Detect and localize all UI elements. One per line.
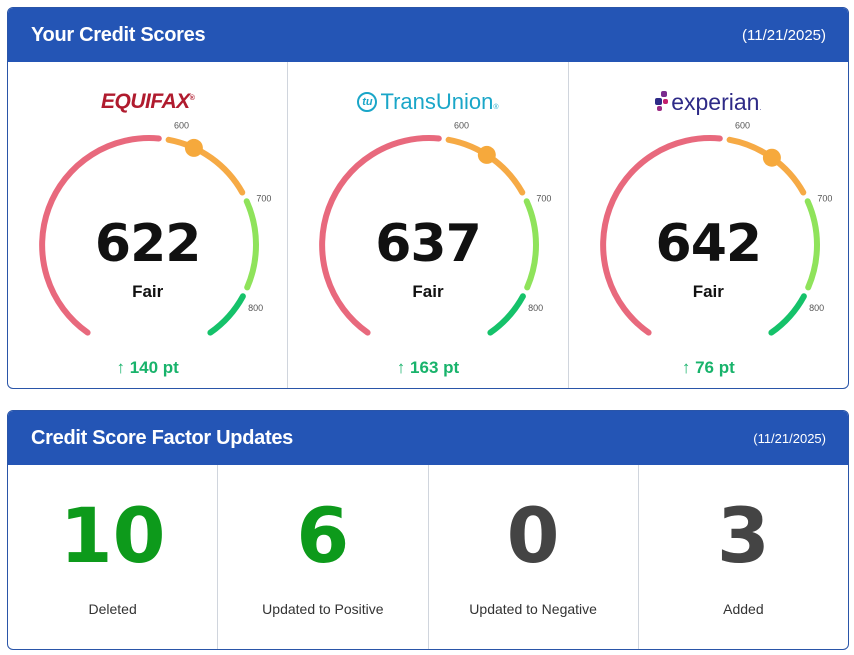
- gauge-tick-label: 600: [735, 120, 750, 130]
- transunion-mark-icon: tu: [357, 92, 378, 112]
- gauge-tick-label: 800: [248, 303, 263, 313]
- score-rating-experian: Fair: [692, 282, 724, 301]
- score-change-experian: ↑ 76 pt: [681, 358, 735, 377]
- bureau-equifax[interactable]: EQUIFAX® 600 700 800 622 Fair ↑ 140 pt: [8, 62, 289, 388]
- gauge-segment-fair: [726, 136, 806, 196]
- gauge-tick-label: 600: [454, 120, 469, 130]
- credit-scores-card: Your Credit Scores (11/21/2025) EQUIFAX®…: [7, 7, 849, 389]
- gauge-tick-label: 600: [174, 120, 189, 130]
- factor-updates-date: (11/21/2025): [753, 430, 826, 446]
- credit-scores-title: Your Credit Scores: [31, 23, 206, 46]
- bureau-scores-row: EQUIFAX® 600 700 800 622 Fair ↑ 140 pt tu …: [8, 62, 848, 388]
- gauge-tick-label: 700: [256, 193, 271, 203]
- score-rating-transunion: Fair: [412, 282, 444, 301]
- gauge-score-marker: [184, 138, 203, 157]
- factor-updated-negative-count: 0: [506, 491, 560, 580]
- experian-logo: experian.: [569, 86, 848, 118]
- transunion-logo-text: TransUnion: [380, 89, 494, 114]
- factor-added-label: Added: [723, 601, 764, 617]
- factor-deleted-count: 10: [59, 491, 166, 580]
- experian-logo-text: experian: [671, 88, 760, 115]
- factor-updates-card: Credit Score Factor Updates (11/21/2025)…: [7, 410, 849, 650]
- score-rating-equifax: Fair: [132, 282, 164, 301]
- gauge-tick-label: 700: [537, 193, 552, 203]
- bureau-experian[interactable]: experian. 600 700 800 642 Fair ↑ 76 pt: [569, 62, 848, 388]
- gauge-score-marker: [478, 145, 497, 164]
- arrow-up-icon: ↑: [681, 358, 691, 377]
- equifax-logo-text: EQUIFAX: [100, 90, 190, 113]
- factor-added[interactable]: 3 Added: [639, 465, 848, 649]
- factor-updated-negative[interactable]: 0 Updated to Negative: [429, 465, 639, 649]
- gauge-tick-label: 700: [817, 193, 832, 203]
- arrow-up-icon: ↑: [396, 358, 406, 377]
- experian-dots-icon: [655, 91, 669, 113]
- arrow-up-icon: ↑: [116, 358, 125, 377]
- factor-added-count: 3: [716, 491, 770, 580]
- transunion-logo: tu TransUnion ®: [288, 86, 567, 118]
- gauge-tick-label: 800: [809, 303, 824, 313]
- credit-scores-date: (11/21/2025): [742, 26, 826, 44]
- factor-deleted[interactable]: 10 Deleted: [8, 465, 219, 649]
- factor-updates-header: Credit Score Factor Updates (11/21/2025): [8, 411, 848, 465]
- credit-scores-header: Your Credit Scores (11/21/2025): [8, 8, 848, 62]
- score-value-experian: 642: [655, 214, 763, 274]
- factor-updates-row: 10 Deleted 6 Updated to Positive 0 Updat…: [8, 465, 848, 649]
- gauge-tick-label: 800: [529, 303, 544, 313]
- factor-updates-title: Credit Score Factor Updates: [31, 426, 293, 449]
- gauge-score-marker: [762, 148, 781, 167]
- bureau-transunion[interactable]: tu TransUnion ® 600 700 800 637 Fair ↑ 163 …: [288, 62, 569, 388]
- score-change-equifax: ↑ 140 pt: [116, 358, 179, 377]
- factor-updated-positive[interactable]: 6 Updated to Positive: [218, 465, 429, 649]
- equifax-logo: EQUIFAX®: [100, 90, 195, 113]
- score-value-equifax: 622: [94, 214, 202, 274]
- score-value-transunion: 637: [375, 214, 482, 274]
- factor-deleted-label: Deleted: [88, 601, 137, 617]
- score-change-transunion: ↑ 163 pt: [396, 358, 460, 377]
- factor-updated-negative-label: Updated to Negative: [469, 601, 597, 617]
- factor-updated-positive-count: 6: [296, 491, 350, 580]
- gauge-segment-fair: [165, 136, 246, 196]
- factor-updated-positive-label: Updated to Positive: [262, 601, 384, 617]
